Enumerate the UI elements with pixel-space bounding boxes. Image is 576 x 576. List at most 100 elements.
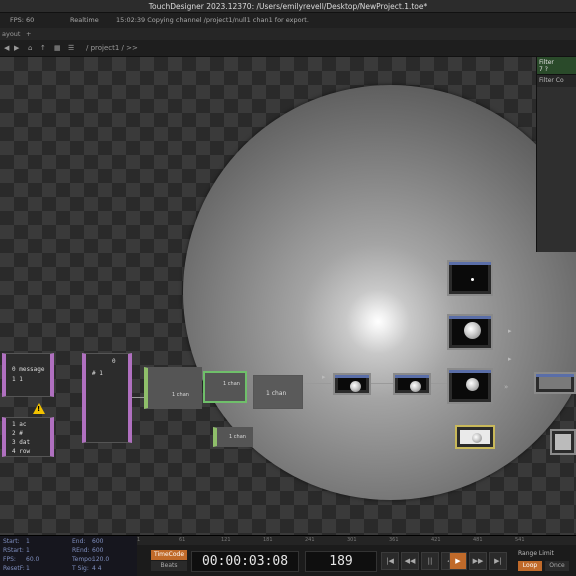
ruler-tick: 481 xyxy=(473,537,483,543)
right-arrow-icon[interactable]: ▶ xyxy=(14,40,19,57)
loop-button[interactable]: Loop xyxy=(518,561,542,571)
ruler-tick: 301 xyxy=(347,537,357,543)
tl-value[interactable]: 1 xyxy=(26,538,30,545)
sphere-thumbnail xyxy=(350,381,361,392)
tl-value[interactable]: 4 4 xyxy=(92,565,102,572)
tl-value[interactable]: 1 xyxy=(26,565,30,572)
top-viewer xyxy=(452,373,488,399)
timecode-mode-button[interactable]: TimeCode xyxy=(151,550,187,560)
parameter-panel[interactable]: Filter 7 ? Filter Co xyxy=(536,57,576,252)
realtime-toggle[interactable]: Realtime xyxy=(70,13,99,28)
ruler-tick: 241 xyxy=(305,537,315,543)
ruler-tick: 121 xyxy=(221,537,231,543)
add-pane-button[interactable]: + xyxy=(26,28,31,40)
ruler-tick: 421 xyxy=(431,537,441,543)
sphere-thumbnail xyxy=(466,378,479,391)
fps-readout: FPS: 60 xyxy=(10,16,35,24)
ruler-tick: 61 xyxy=(179,537,186,543)
step-forward-button[interactable]: ▶▶ xyxy=(469,552,487,570)
top-node-sphere-2[interactable] xyxy=(393,373,431,395)
timecode-display[interactable]: 00:00:03:08 xyxy=(191,551,299,572)
comp-node[interactable] xyxy=(455,425,495,449)
tl-value[interactable]: 600 xyxy=(92,547,103,554)
tl-value[interactable]: 60.0 xyxy=(26,556,39,563)
tab-filter[interactable]: Filter xyxy=(539,77,554,84)
tl-label: Tempo: xyxy=(72,556,94,563)
dot-thumbnail xyxy=(471,278,474,281)
once-button[interactable]: Once xyxy=(545,561,569,571)
left-arrow-icon[interactable]: ◀ xyxy=(4,40,9,57)
status-message: 15:02:39 Copying channel /project1/null1… xyxy=(116,16,309,24)
tl-value[interactable]: 600 xyxy=(92,538,103,545)
network-editor[interactable]: 0 message 1 1 ! 1 ac 2 # 3 dat 4 row 0 #… xyxy=(0,57,576,535)
beats-mode-button[interactable]: Beats xyxy=(151,561,187,571)
help-icon[interactable]: ? xyxy=(545,66,548,73)
dat-line: 1 ac xyxy=(12,421,27,428)
frame-display[interactable]: 189 xyxy=(305,551,377,572)
top-viewer xyxy=(452,319,488,345)
wire xyxy=(303,383,331,384)
top-viewer xyxy=(539,377,571,389)
dat-node-table[interactable]: 0 # 1 xyxy=(82,353,132,443)
pane-bar: ayout + xyxy=(0,28,576,40)
chop-node[interactable]: 1 chan xyxy=(144,367,202,409)
comp-viewer xyxy=(460,430,490,444)
wire xyxy=(431,383,447,384)
panel-title: Filter xyxy=(539,59,554,66)
dat-node-message[interactable]: 0 message 1 1 xyxy=(2,353,54,397)
top-node-sphere-4[interactable] xyxy=(447,368,493,404)
panel-tabs: Filter Co xyxy=(537,75,576,87)
wire-arrow-icon: ▸ xyxy=(508,327,512,335)
sphere-thumbnail xyxy=(464,322,481,339)
up-icon[interactable]: ↑ xyxy=(40,40,46,57)
tab-common[interactable]: Co xyxy=(556,77,564,84)
range-limit-label: Range Limit xyxy=(518,550,554,557)
dat-line: 3 dat xyxy=(12,439,31,446)
network-path[interactable]: / project1 / >> xyxy=(86,40,138,57)
top-node-sphere-1[interactable] xyxy=(333,373,371,395)
play-button[interactable]: ▶ xyxy=(449,552,467,570)
tl-label: ResetF: xyxy=(3,565,25,572)
go-to-start-button[interactable]: |◀ xyxy=(381,552,399,570)
wire-arrow-icon: ▸ xyxy=(508,355,512,363)
timeline-ruler[interactable]: 1 61 121 181 241 301 361 421 481 541 xyxy=(137,536,576,545)
chop-label: 1 chan xyxy=(229,434,246,440)
top-viewer xyxy=(452,265,488,291)
go-to-end-button[interactable]: ▶| xyxy=(489,552,507,570)
top-viewer xyxy=(555,434,571,450)
wire-arrow-icon: » xyxy=(504,383,509,391)
panel-header: Filter 7 ? xyxy=(537,57,576,75)
wire-arrow-icon: ▸ xyxy=(322,373,326,381)
tl-label: REnd: xyxy=(72,547,90,554)
dat-node-rows[interactable]: 1 ac 2 # 3 dat 4 row xyxy=(2,417,54,457)
tl-value[interactable]: 1 xyxy=(26,547,30,554)
dat-line: # 1 xyxy=(92,370,103,377)
pause-button[interactable]: || xyxy=(421,552,439,570)
home-icon[interactable]: ⌂ xyxy=(28,40,32,57)
panel-index: 7 xyxy=(539,66,543,73)
chop-node-bottom[interactable]: 1 chan xyxy=(213,427,253,447)
layout-tab[interactable]: ayout xyxy=(2,28,20,40)
chop-label: 1 chan xyxy=(266,390,287,397)
ruler-tick: 181 xyxy=(263,537,273,543)
tl-value[interactable]: 120.0 xyxy=(92,556,109,563)
dat-line: 2 # xyxy=(12,430,23,437)
top-node-edge[interactable] xyxy=(550,429,576,455)
tl-label: Start: xyxy=(3,538,20,545)
timeline-bar: Start: 1 End: 600 RStart: 1 REnd: 600 FP… xyxy=(0,535,576,576)
timeline-settings: Start: 1 End: 600 RStart: 1 REnd: 600 FP… xyxy=(0,536,137,576)
comp-thumbnail xyxy=(472,433,482,443)
network-toolbar: ◀ ▶ ⌂ ↑ ▦ ☰ / project1 / >> xyxy=(0,40,576,57)
chop-node-null[interactable]: 1 chan xyxy=(253,375,303,409)
list-icon[interactable]: ☰ xyxy=(68,40,74,57)
warning-icon[interactable]: ! xyxy=(33,403,45,414)
top-node-sphere-3[interactable] xyxy=(447,314,493,350)
top-node-dot[interactable] xyxy=(447,260,493,296)
ruler-tick: 541 xyxy=(515,537,525,543)
top-viewer xyxy=(398,378,426,392)
top-node-output[interactable] xyxy=(534,372,576,394)
chop-node-selected[interactable]: 1 chan xyxy=(203,371,247,403)
ruler-tick: 361 xyxy=(389,537,399,543)
step-back-button[interactable]: ◀◀ xyxy=(401,552,419,570)
grid-icon[interactable]: ▦ xyxy=(54,40,61,57)
